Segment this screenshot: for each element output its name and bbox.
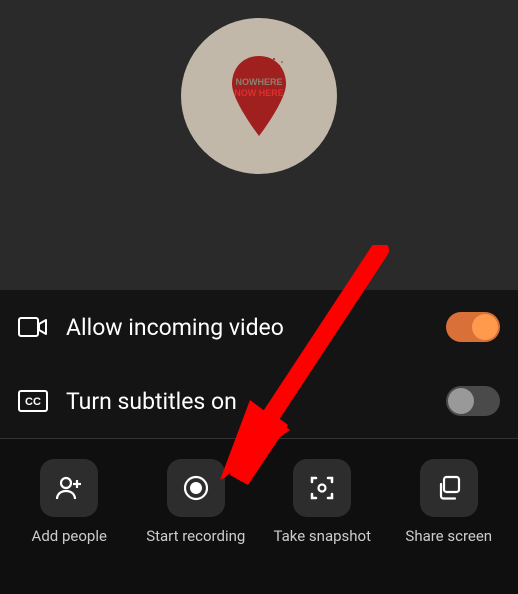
setting-subtitles: CC Turn subtitles on	[14, 364, 504, 438]
avatar-logo: NOWHERE NOW HERE	[224, 51, 294, 141]
bottom-toolbar: Add people Start recording Take snapshot	[0, 439, 518, 561]
record-icon	[181, 473, 211, 503]
toolbar-label: Share screen	[405, 527, 492, 545]
toolbar-label: Start recording	[146, 527, 245, 545]
svg-text:CC: CC	[25, 396, 41, 408]
cc-icon: CC	[18, 390, 48, 412]
toolbar-item-add-people: Add people	[10, 459, 129, 545]
add-people-button[interactable]	[40, 459, 98, 517]
svg-text:NOWHERE: NOWHERE	[236, 77, 283, 87]
setting-incoming-video: Allow incoming video	[14, 290, 504, 364]
add-person-icon	[54, 473, 84, 503]
video-preview-area: NOWHERE NOW HERE	[0, 0, 518, 290]
subtitles-toggle[interactable]	[446, 386, 500, 416]
snapshot-icon	[307, 473, 337, 503]
video-icon	[18, 316, 48, 338]
setting-label: Allow incoming video	[66, 314, 428, 341]
start-recording-button[interactable]	[167, 459, 225, 517]
share-screen-button[interactable]	[420, 459, 478, 517]
toolbar-item-start-recording: Start recording	[137, 459, 256, 545]
svg-text:NOW HERE: NOW HERE	[234, 88, 284, 98]
toolbar-item-take-snapshot: Take snapshot	[263, 459, 382, 545]
settings-section: Allow incoming video CC Turn subtitles o…	[0, 290, 518, 439]
toolbar-label: Take snapshot	[274, 527, 372, 545]
toolbar-item-share-screen: Share screen	[390, 459, 509, 545]
toolbar-label: Add people	[32, 527, 107, 545]
incoming-video-toggle[interactable]	[446, 312, 500, 342]
avatar: NOWHERE NOW HERE	[181, 18, 337, 174]
take-snapshot-button[interactable]	[293, 459, 351, 517]
setting-label: Turn subtitles on	[66, 388, 428, 415]
share-screen-icon	[434, 473, 464, 503]
